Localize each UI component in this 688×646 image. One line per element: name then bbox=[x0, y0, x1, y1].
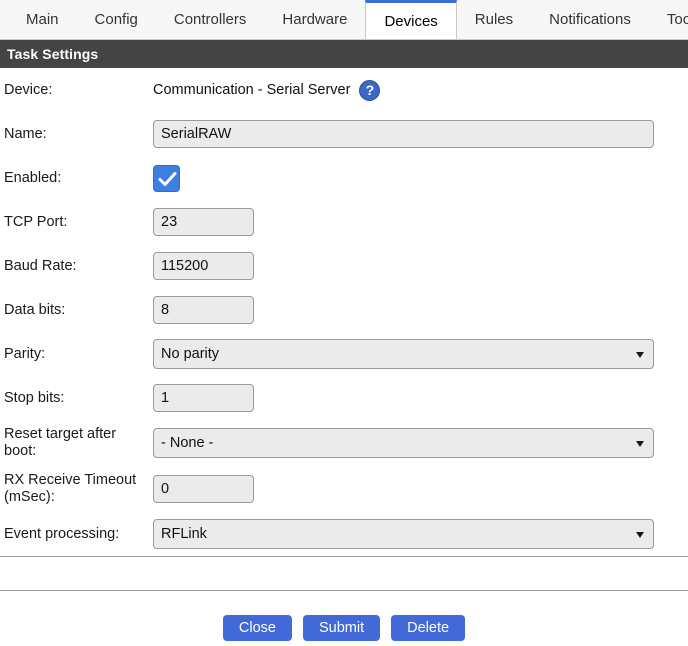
task-settings-form: Device: Communication - Serial Server ? … bbox=[0, 68, 688, 556]
tab-notifications[interactable]: Notifications bbox=[531, 0, 649, 39]
parity-selected-value: No parity bbox=[161, 346, 220, 362]
event-processing-select[interactable]: RFLink bbox=[153, 519, 654, 549]
row-reset-target: Reset target after boot: - None - bbox=[0, 420, 688, 466]
device-value-group: Communication - Serial Server ? bbox=[153, 79, 381, 101]
main-tab-bar: Main Config Controllers Hardware Devices… bbox=[0, 0, 688, 40]
rx-timeout-input[interactable] bbox=[153, 475, 254, 503]
row-event-processing: Event processing: RFLink bbox=[0, 512, 688, 556]
form-action-buttons: Close Submit Delete bbox=[0, 591, 688, 641]
enabled-label: Enabled: bbox=[4, 169, 62, 186]
baud-rate-input[interactable] bbox=[153, 252, 254, 280]
event-processing-label: Event processing: bbox=[4, 525, 120, 542]
row-device: Device: Communication - Serial Server ? bbox=[0, 68, 688, 112]
delete-button[interactable]: Delete bbox=[391, 615, 466, 641]
tab-tools[interactable]: Tools bbox=[649, 0, 688, 39]
row-parity: Parity: No parity bbox=[0, 332, 688, 376]
tab-config[interactable]: Config bbox=[77, 0, 156, 39]
checkmark-icon bbox=[158, 171, 177, 186]
stop-bits-label: Stop bits: bbox=[4, 389, 65, 406]
tcp-port-label: TCP Port: bbox=[4, 213, 68, 230]
name-input[interactable] bbox=[153, 120, 654, 148]
data-bits-input[interactable] bbox=[153, 296, 254, 324]
help-icon[interactable]: ? bbox=[359, 79, 381, 101]
chevron-down-icon bbox=[636, 352, 644, 358]
row-enabled: Enabled: bbox=[0, 156, 688, 200]
device-value: Communication - Serial Server bbox=[153, 82, 351, 98]
name-label: Name: bbox=[4, 125, 47, 142]
data-bits-label: Data bits: bbox=[4, 301, 66, 318]
tab-rules[interactable]: Rules bbox=[457, 0, 531, 39]
tab-hardware[interactable]: Hardware bbox=[264, 0, 365, 39]
chevron-down-icon bbox=[636, 441, 644, 447]
reset-target-label: Reset target after boot: bbox=[4, 426, 117, 459]
tab-controllers[interactable]: Controllers bbox=[156, 0, 265, 39]
row-stop-bits: Stop bits: bbox=[0, 376, 688, 420]
close-button[interactable]: Close bbox=[222, 615, 292, 641]
row-name: Name: bbox=[0, 112, 688, 156]
parity-label: Parity: bbox=[4, 345, 46, 362]
row-tcp-port: TCP Port: bbox=[0, 200, 688, 244]
baud-rate-label: Baud Rate: bbox=[4, 257, 77, 274]
reset-target-selected-value: - None - bbox=[161, 435, 214, 451]
tab-main[interactable]: Main bbox=[8, 0, 77, 39]
chevron-down-icon bbox=[636, 532, 644, 538]
task-settings-header: Task Settings bbox=[0, 40, 688, 68]
enabled-checkbox[interactable] bbox=[153, 164, 180, 192]
submit-button[interactable]: Submit bbox=[303, 615, 381, 641]
event-processing-selected-value: RFLink bbox=[161, 526, 207, 542]
row-data-bits: Data bits: bbox=[0, 288, 688, 332]
parity-select[interactable]: No parity bbox=[153, 339, 654, 369]
row-baud-rate: Baud Rate: bbox=[0, 244, 688, 288]
reset-target-select[interactable]: - None - bbox=[153, 428, 654, 458]
tcp-port-input[interactable] bbox=[153, 208, 254, 236]
spacer-block bbox=[0, 557, 688, 590]
rx-timeout-label: RX Receive Timeout (mSec): bbox=[4, 472, 137, 505]
device-label: Device: bbox=[4, 81, 53, 98]
row-rx-timeout: RX Receive Timeout (mSec): bbox=[0, 466, 688, 512]
stop-bits-input[interactable] bbox=[153, 384, 254, 412]
tab-devices[interactable]: Devices bbox=[365, 0, 457, 39]
